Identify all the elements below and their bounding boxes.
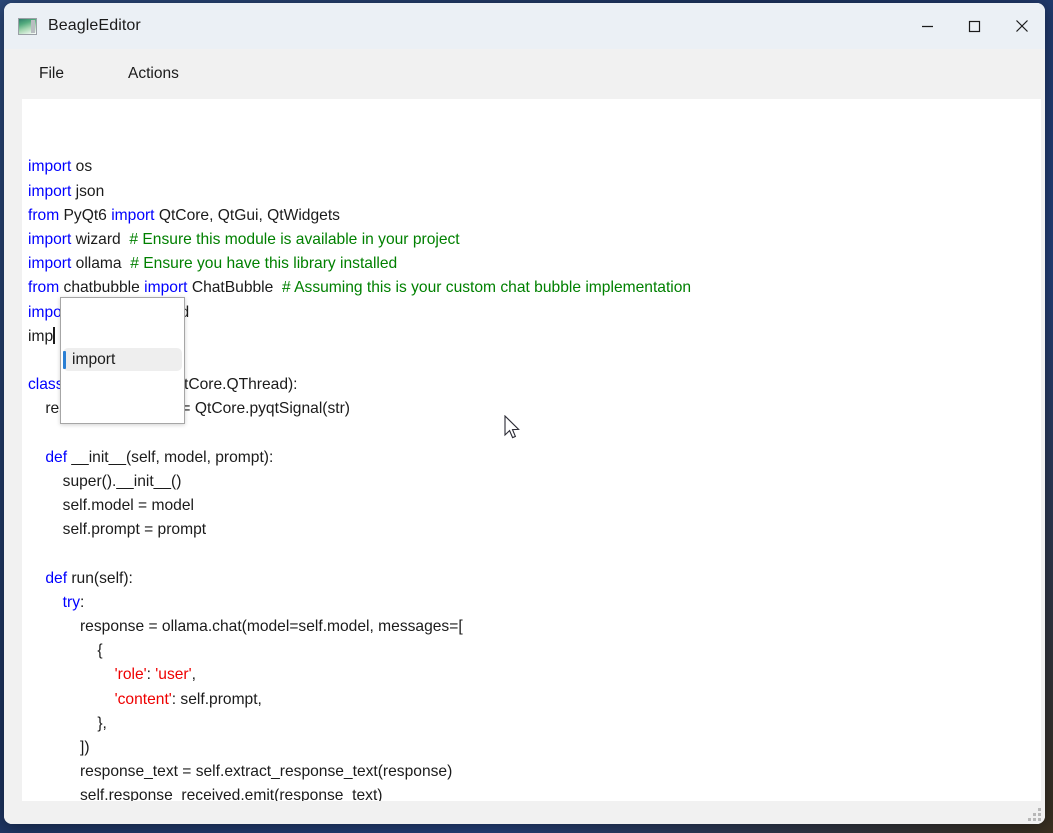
- title-bar-left: BeagleEditor: [4, 17, 141, 35]
- minimize-button[interactable]: [904, 3, 951, 49]
- autocomplete-selection-bar: [63, 350, 66, 369]
- code-line: self.response_received.emit(response_tex…: [28, 784, 1041, 801]
- code-token: def: [45, 569, 68, 587]
- resize-grip-icon[interactable]: [1028, 808, 1041, 821]
- window-controls: [904, 3, 1045, 49]
- code-token: 'role': [114, 666, 147, 684]
- menu-item-actions[interactable]: Actions: [114, 60, 193, 88]
- code-line: {: [28, 639, 1041, 663]
- code-line: import ollama # Ensure you have this lib…: [28, 252, 1041, 276]
- editor-container: import os import json from PyQt6 import Qt…: [4, 99, 1045, 801]
- code-token: :: [80, 593, 85, 611]
- code-line: def run(self):: [28, 567, 1041, 591]
- text-caret: [53, 326, 55, 344]
- maximize-button[interactable]: [951, 3, 998, 49]
- code-token: self.response_received.emit(response_tex…: [28, 787, 383, 801]
- code-editor[interactable]: import os import json from PyQt6 import Qt…: [22, 99, 1041, 801]
- close-button[interactable]: [998, 3, 1045, 49]
- menu-bar: File Actions: [4, 49, 1045, 99]
- code-line: import json: [28, 180, 1041, 204]
- code-token: run(self):: [67, 569, 133, 587]
- code-line: try:: [28, 591, 1041, 615]
- code-token: 'user': [155, 666, 192, 684]
- code-token: import: [28, 230, 72, 248]
- code-line: def __init__(self, model, prompt):: [28, 446, 1041, 470]
- code-line: response = ollama.chat(model=self.model,…: [28, 615, 1041, 639]
- code-token: import: [28, 158, 72, 176]
- code-token: self.model = model: [28, 497, 194, 515]
- code-line: self.prompt = prompt: [28, 518, 1041, 542]
- code-token: import: [144, 279, 188, 297]
- status-bar: [4, 801, 1045, 824]
- code-token: 'content': [114, 690, 172, 708]
- code-line: },: [28, 712, 1041, 736]
- code-line: from PyQt6 import QtCore, QtGui, QtWidge…: [28, 204, 1041, 228]
- code-line: 'role': 'user',: [28, 663, 1041, 687]
- code-token: import: [28, 255, 72, 273]
- code-token: __init__(self, model, prompt):: [67, 448, 274, 466]
- code-token: super().__init__(): [28, 472, 182, 490]
- code-line: response_text = self.extract_response_te…: [28, 760, 1041, 784]
- code-line: self.model = model: [28, 494, 1041, 518]
- code-token: # Ensure you have this library installed: [130, 255, 398, 273]
- autocomplete-item-import[interactable]: import: [63, 348, 182, 372]
- code-token: chatbubble: [59, 279, 145, 297]
- code-token: from: [28, 279, 60, 297]
- code-token: :: [146, 666, 156, 684]
- code-token: {: [28, 642, 103, 660]
- app-window-icon: [18, 17, 37, 35]
- code-line: super().__init__(): [28, 470, 1041, 494]
- code-token: try: [62, 593, 80, 611]
- code-token: def: [45, 448, 68, 466]
- code-token: self.prompt = prompt: [28, 521, 207, 539]
- code-token: ]): [28, 738, 90, 756]
- code-line: ]): [28, 736, 1041, 760]
- application-window: BeagleEditor File Actions import os impor…: [4, 3, 1045, 824]
- code-token: os: [71, 158, 93, 176]
- code-line: 'content': self.prompt,: [28, 688, 1041, 712]
- code-line: import os: [28, 155, 1041, 179]
- title-bar[interactable]: BeagleEditor: [4, 3, 1045, 49]
- code-token: wizard: [71, 230, 130, 248]
- code-token: # Assuming this is your custom chat bubb…: [281, 279, 692, 297]
- code-token: ,: [191, 666, 196, 684]
- code-token: class: [28, 376, 64, 394]
- autocomplete-popup[interactable]: import: [60, 297, 185, 424]
- code-token: # Ensure this module is available in you…: [129, 230, 460, 248]
- code-token: from: [28, 206, 60, 224]
- code-token: import: [111, 206, 155, 224]
- code-token: import: [28, 182, 72, 200]
- code-token: ollama: [71, 255, 131, 273]
- code-token: QtCore, QtGui, QtWidgets: [154, 206, 340, 224]
- code-lines: import os import json from PyQt6 import Qt…: [28, 155, 1041, 801]
- code-token: ChatBubble: [187, 279, 282, 297]
- code-token: PyQt6: [59, 206, 112, 224]
- code-token: },: [28, 714, 107, 732]
- code-token: response_text = self.extract_response_te…: [28, 763, 453, 781]
- window-title: BeagleEditor: [48, 17, 141, 34]
- code-token: json: [71, 182, 105, 200]
- code-line: import wizard # Ensure this module is av…: [28, 228, 1041, 252]
- code-token: : self.prompt,: [171, 690, 262, 708]
- code-token: imp: [28, 327, 54, 345]
- autocomplete-item-label: import: [72, 350, 116, 368]
- menu-item-file[interactable]: File: [25, 60, 78, 88]
- code-token: response = ollama.chat(model=self.model,…: [28, 617, 463, 635]
